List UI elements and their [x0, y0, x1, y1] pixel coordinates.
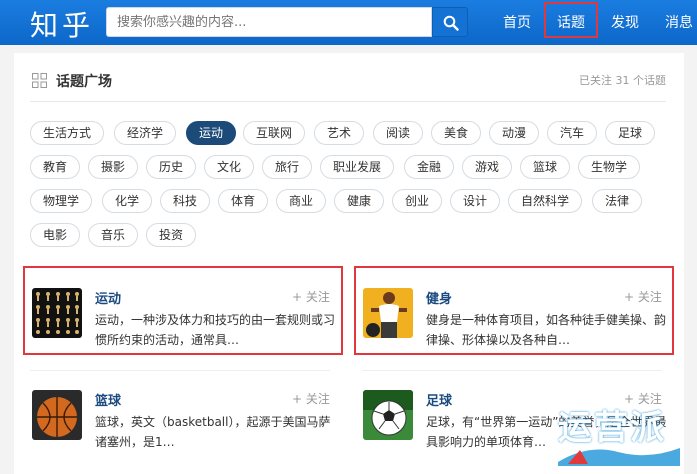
- tag-anime[interactable]: 动漫: [489, 121, 540, 145]
- tag-athletics[interactable]: 体育: [218, 189, 269, 213]
- tag-physics[interactable]: 物理学: [30, 189, 93, 213]
- tag-lifestyle[interactable]: 生活方式: [30, 121, 105, 145]
- row-divider: [30, 370, 330, 371]
- topic-description: 健身是一种体育项目，如各种徒手健美操、韵律操、形体操以及各种自…: [426, 313, 667, 347]
- tag-movies[interactable]: 电影: [30, 223, 81, 247]
- soccer-ball-icon: [363, 390, 413, 440]
- tag-law[interactable]: 法律: [592, 189, 643, 213]
- tag-cars[interactable]: 汽车: [547, 121, 598, 145]
- tag-business[interactable]: 商业: [276, 189, 327, 213]
- tag-history[interactable]: 历史: [146, 155, 197, 179]
- search-icon: [443, 15, 459, 31]
- tag-education[interactable]: 教育: [30, 155, 81, 179]
- search-box[interactable]: [106, 7, 432, 37]
- topic-card-basketball[interactable]: 篮球 + 关注 篮球，英文（basketball），起源于美国马萨诸塞州，是1…: [32, 390, 334, 450]
- tag-biology[interactable]: 生物学: [578, 155, 641, 179]
- tag-economics[interactable]: 经济学: [114, 121, 177, 145]
- nav-explore[interactable]: 发现: [611, 12, 639, 32]
- topic-card-sports[interactable]: 运动 + 关注 运动，一种涉及体力和技巧的由一套规则或习惯所约束的活动，通常具…: [32, 288, 335, 348]
- tag-design[interactable]: 设计: [450, 189, 501, 213]
- tag-games[interactable]: 游戏: [462, 155, 513, 179]
- search-input[interactable]: [107, 8, 431, 36]
- follow-button[interactable]: + 关注: [292, 288, 330, 305]
- tag-startup[interactable]: 创业: [392, 189, 443, 213]
- topic-name[interactable]: 健身: [426, 288, 452, 307]
- exercise-figures-icon: [32, 288, 82, 338]
- tag-culture[interactable]: 文化: [204, 155, 255, 179]
- topic-name[interactable]: 运动: [95, 288, 121, 307]
- followed-count[interactable]: 已关注 31 个话题: [579, 72, 666, 88]
- tag-natural-science[interactable]: 自然科学: [508, 189, 583, 213]
- tag-football[interactable]: 足球: [605, 121, 656, 145]
- top-navbar: 知乎 首页 话题 发现 消息: [0, 0, 697, 45]
- tag-investment[interactable]: 投资: [146, 223, 197, 247]
- plaza-title: 话题广场: [56, 74, 112, 90]
- tag-food[interactable]: 美食: [431, 121, 482, 145]
- follow-button[interactable]: + 关注: [624, 288, 662, 305]
- tag-basketball[interactable]: 篮球: [520, 155, 571, 179]
- nav-topics-highlight: [544, 2, 598, 38]
- tag-reading[interactable]: 阅读: [373, 121, 424, 145]
- watermark-logo: 运营派: [540, 392, 690, 474]
- tag-technology[interactable]: 科技: [160, 189, 211, 213]
- tag-music[interactable]: 音乐: [88, 223, 139, 247]
- zhihu-logo[interactable]: 知乎: [30, 4, 94, 44]
- tag-travel[interactable]: 旅行: [262, 155, 313, 179]
- tag-health[interactable]: 健康: [334, 189, 385, 213]
- basketball-icon: [32, 390, 82, 440]
- tag-chemistry[interactable]: 化学: [102, 189, 153, 213]
- topic-name[interactable]: 篮球: [95, 390, 121, 409]
- divider: [30, 101, 666, 102]
- grid-icon: [32, 73, 47, 88]
- tag-career[interactable]: 职业发展: [320, 155, 395, 179]
- tag-photography[interactable]: 摄影: [88, 155, 139, 179]
- topic-card-fitness[interactable]: 健身 + 关注 健身是一种体育项目，如各种徒手健美操、韵律操、形体操以及各种自…: [363, 288, 666, 348]
- tag-sports[interactable]: 运动: [186, 121, 237, 145]
- search-button[interactable]: [432, 7, 468, 37]
- topic-name[interactable]: 足球: [426, 390, 452, 409]
- topic-description: 运动，一种涉及体力和技巧的由一套规则或习惯所约束的活动，通常具…: [95, 313, 336, 347]
- tag-internet[interactable]: 互联网: [243, 121, 306, 145]
- topic-description: 篮球，英文（basketball），起源于美国马萨诸塞州，是1…: [95, 415, 331, 449]
- nav-messages[interactable]: 消息: [665, 12, 693, 32]
- watermark-text: 运营派: [558, 408, 666, 448]
- fitness-man-icon: [363, 288, 413, 338]
- tag-finance[interactable]: 金融: [404, 155, 455, 179]
- tag-art[interactable]: 艺术: [314, 121, 365, 145]
- follow-button[interactable]: + 关注: [292, 390, 330, 407]
- row-divider: [362, 370, 662, 371]
- nav-home[interactable]: 首页: [503, 12, 531, 32]
